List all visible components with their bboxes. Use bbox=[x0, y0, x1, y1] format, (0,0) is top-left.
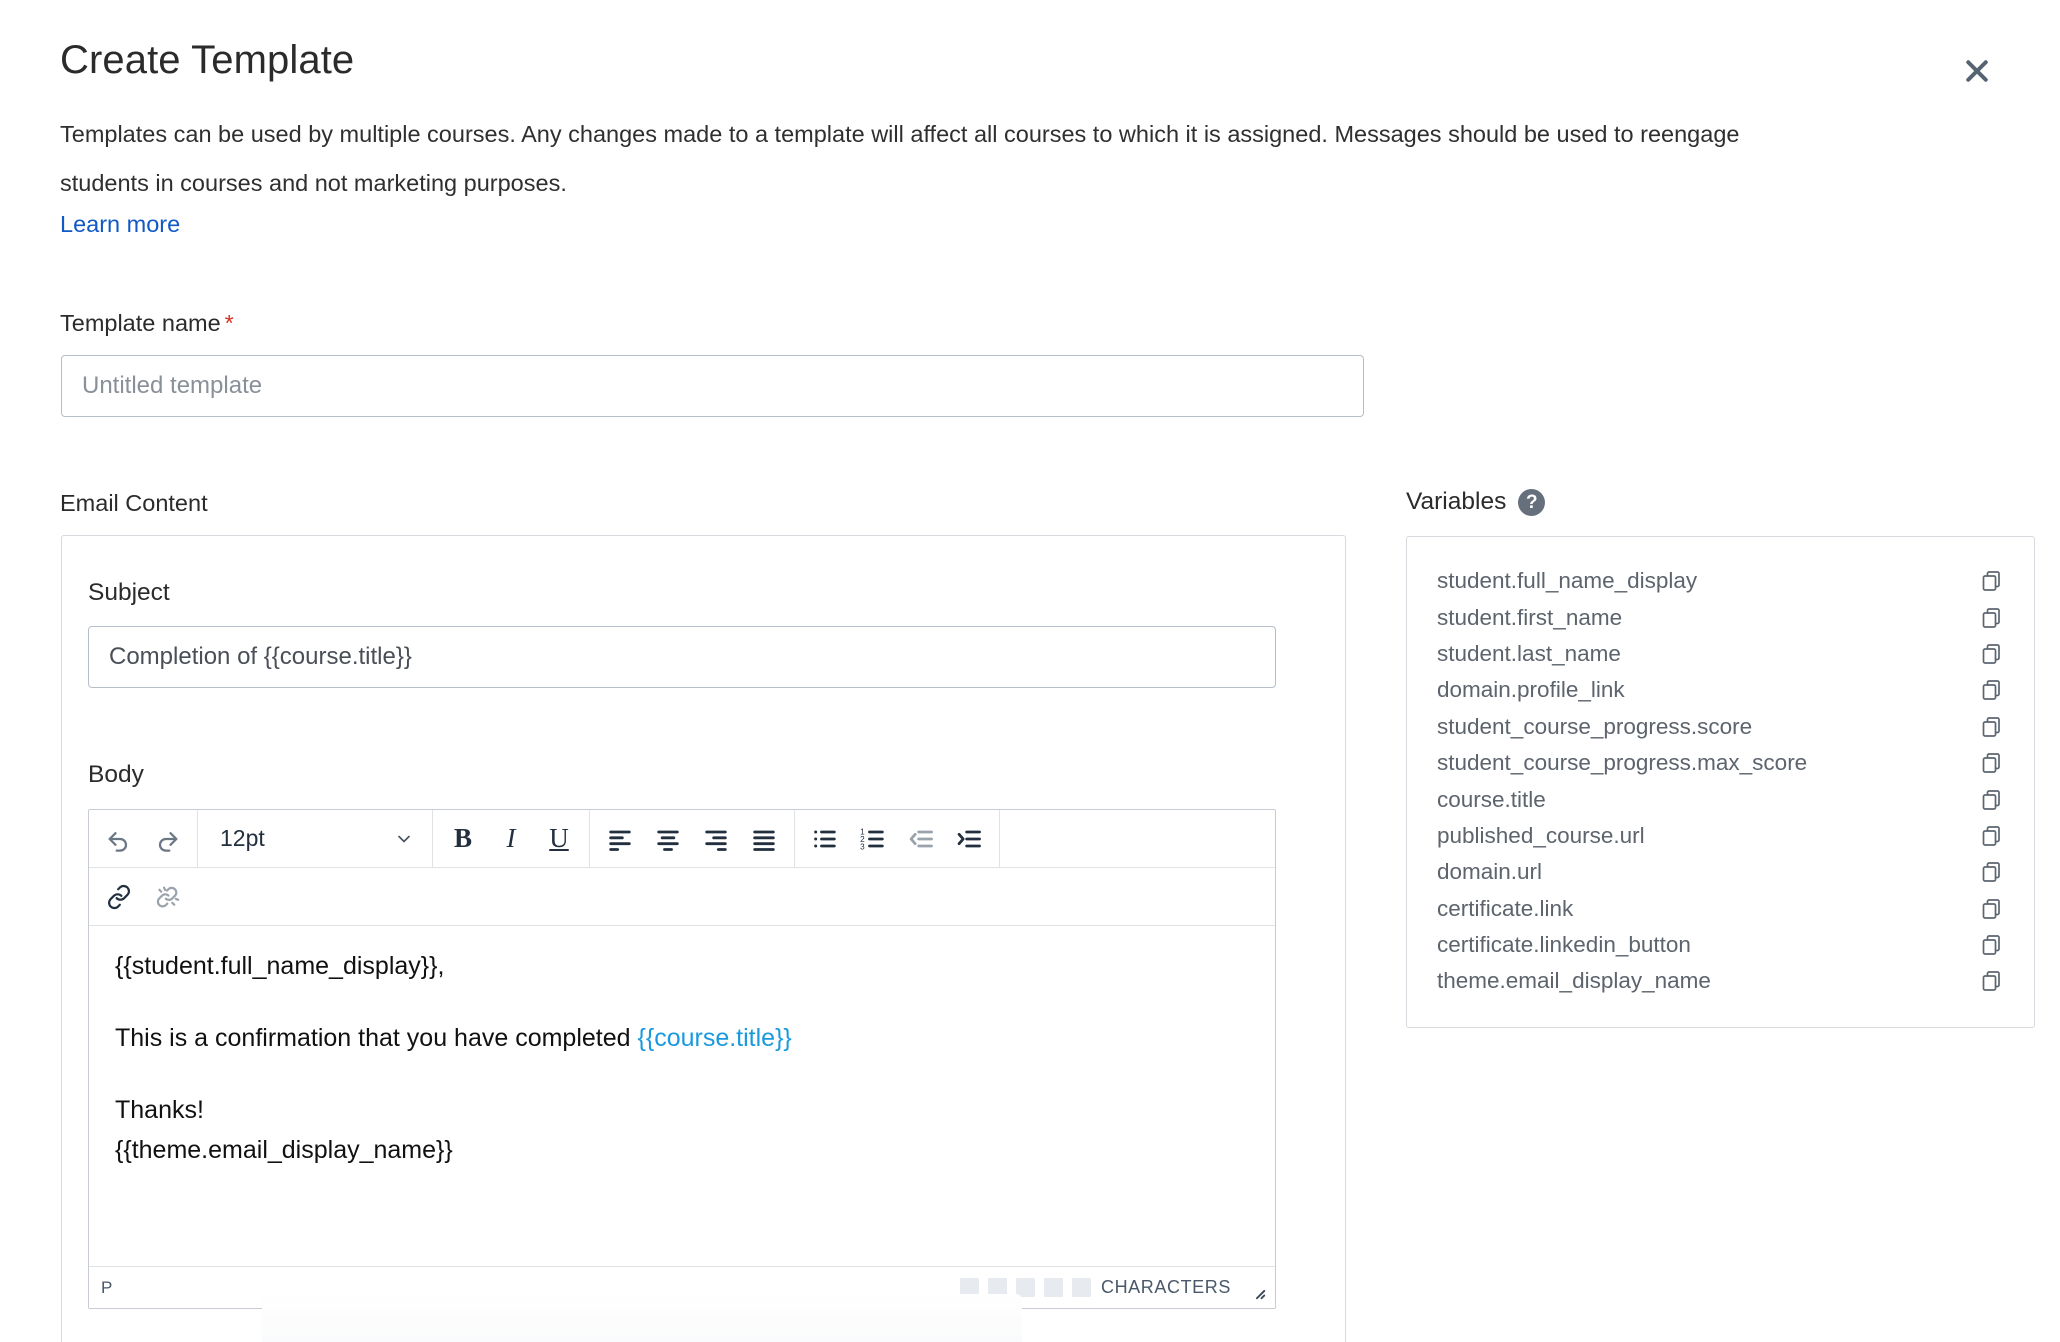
variables-heading: Variables ? bbox=[1406, 488, 1546, 516]
variable-name: student.last_name bbox=[1437, 640, 1621, 666]
link-group bbox=[89, 868, 197, 925]
close-icon[interactable] bbox=[1956, 50, 1998, 92]
editor-line-thanks: Thanks! bbox=[115, 1096, 204, 1124]
font-size-select[interactable]: 12pt bbox=[204, 815, 426, 863]
editor-line-signature: {{theme.email_display_name}} bbox=[115, 1136, 453, 1164]
bullet-list-icon[interactable] bbox=[801, 815, 849, 863]
unlink-icon[interactable] bbox=[143, 873, 191, 921]
template-name-input[interactable] bbox=[61, 355, 1364, 417]
help-icon[interactable]: ? bbox=[1518, 488, 1546, 516]
characters-label: CHARACTERS bbox=[1100, 1277, 1231, 1297]
list-item: student.full_name_display bbox=[1407, 563, 2034, 599]
copy-icon[interactable] bbox=[1977, 966, 2007, 996]
course-title-variable: {{course.title}} bbox=[637, 1024, 792, 1052]
chevron-down-icon bbox=[394, 829, 414, 849]
variable-name: domain.url bbox=[1437, 859, 1543, 885]
editor-resize-handle[interactable] bbox=[1241, 1275, 1267, 1301]
align-left-icon[interactable] bbox=[596, 815, 644, 863]
editor-toolbar-row-1: 12pt B I U 1 2 3 bbox=[89, 810, 1275, 868]
editor-line-greeting: {{student.full_name_display}}, bbox=[115, 952, 445, 980]
list-item: theme.email_display_name bbox=[1407, 963, 2034, 999]
rich-text-editor: 12pt B I U 1 2 3 {{student.full_name_dis… bbox=[88, 809, 1276, 1309]
required-asterisk: * bbox=[224, 310, 234, 336]
variable-name: certificate.linkedin_button bbox=[1437, 932, 1691, 958]
variable-name: student_course_progress.max_score bbox=[1437, 750, 1808, 776]
element-path[interactable]: P bbox=[101, 1278, 113, 1298]
bold-button[interactable]: B bbox=[439, 815, 487, 863]
email-content-label: Email Content bbox=[60, 490, 208, 516]
footer-partial-element bbox=[262, 1294, 1022, 1342]
list-item: domain.url bbox=[1407, 854, 2034, 890]
italic-button[interactable]: I bbox=[487, 815, 535, 863]
font-size-value: 12pt bbox=[220, 825, 265, 851]
editor-content-area[interactable]: {{student.full_name_display}}, This is a… bbox=[89, 927, 1275, 1250]
variable-name: published_course.url bbox=[1437, 822, 1645, 848]
link-icon[interactable] bbox=[95, 873, 143, 921]
editor-line-confirmation: This is a confirmation that you have com… bbox=[115, 1023, 1249, 1053]
numbered-list-icon[interactable]: 1 2 3 bbox=[849, 815, 897, 863]
list-item: student.last_name bbox=[1407, 636, 2034, 672]
body-label: Body bbox=[88, 761, 144, 788]
list-item: course.title bbox=[1407, 781, 2034, 817]
copy-icon[interactable] bbox=[1977, 894, 2007, 924]
variables-panel: student.full_name_display student.first_… bbox=[1406, 536, 2035, 1028]
outdent-icon[interactable] bbox=[897, 815, 945, 863]
align-center-icon[interactable] bbox=[644, 815, 692, 863]
list-item: certificate.link bbox=[1407, 891, 2034, 927]
dialog-description: Templates can be used by multiple course… bbox=[60, 121, 1740, 196]
fontsize-group: 12pt bbox=[198, 810, 433, 867]
history-group bbox=[89, 810, 198, 867]
variable-name: student.full_name_display bbox=[1437, 568, 1698, 594]
list-item: student.first_name bbox=[1407, 599, 2034, 635]
align-right-icon[interactable] bbox=[692, 815, 740, 863]
copy-icon[interactable] bbox=[1977, 712, 2007, 742]
list-item: certificate.linkedin_button bbox=[1407, 927, 2034, 963]
copy-icon[interactable] bbox=[1977, 930, 2007, 960]
variables-heading-text: Variables bbox=[1406, 488, 1507, 515]
copy-icon[interactable] bbox=[1977, 566, 2007, 596]
copy-icon[interactable] bbox=[1977, 748, 2007, 778]
variable-name: certificate.link bbox=[1437, 895, 1574, 921]
template-name-label-text: Template name bbox=[60, 310, 221, 336]
editor-toolbar-row-2 bbox=[89, 868, 1275, 926]
copy-icon[interactable] bbox=[1977, 603, 2007, 633]
page-title: Create Template bbox=[60, 38, 355, 82]
copy-icon[interactable] bbox=[1977, 639, 2007, 669]
indent-icon[interactable] bbox=[945, 815, 993, 863]
undo-icon[interactable] bbox=[95, 815, 143, 863]
svg-text:3: 3 bbox=[860, 842, 865, 851]
subject-input[interactable] bbox=[88, 626, 1276, 688]
copy-icon[interactable] bbox=[1977, 821, 2007, 851]
copy-icon[interactable] bbox=[1977, 785, 2007, 815]
variable-name: domain.profile_link bbox=[1437, 677, 1625, 703]
list-item: domain.profile_link bbox=[1407, 672, 2034, 708]
learn-more-link[interactable]: Learn more bbox=[60, 208, 180, 240]
create-template-dialog: Create Template Templates can be used by… bbox=[0, 0, 2060, 1342]
subject-label: Subject bbox=[88, 579, 170, 606]
alignment-group bbox=[590, 810, 795, 867]
underline-button[interactable]: U bbox=[535, 815, 583, 863]
copy-icon[interactable] bbox=[1977, 857, 2007, 887]
variable-name: student_course_progress.score bbox=[1437, 713, 1753, 739]
confirmation-text: This is a confirmation that you have com… bbox=[115, 1024, 638, 1052]
variable-name: student.first_name bbox=[1437, 604, 1623, 630]
copy-icon[interactable] bbox=[1977, 675, 2007, 705]
variable-name: theme.email_display_name bbox=[1437, 968, 1711, 994]
text-style-group: B I U bbox=[433, 810, 590, 867]
email-content-panel: Subject Body bbox=[61, 535, 1346, 1342]
list-item: published_course.url bbox=[1407, 818, 2034, 854]
list-group: 1 2 3 bbox=[795, 810, 1000, 867]
redo-icon[interactable] bbox=[143, 815, 191, 863]
align-justify-icon[interactable] bbox=[740, 815, 788, 863]
list-item: student_course_progress.score bbox=[1407, 709, 2034, 745]
list-item: student_course_progress.max_score bbox=[1407, 745, 2034, 781]
variable-name: course.title bbox=[1437, 786, 1546, 812]
template-name-label: Template name * bbox=[60, 308, 234, 338]
